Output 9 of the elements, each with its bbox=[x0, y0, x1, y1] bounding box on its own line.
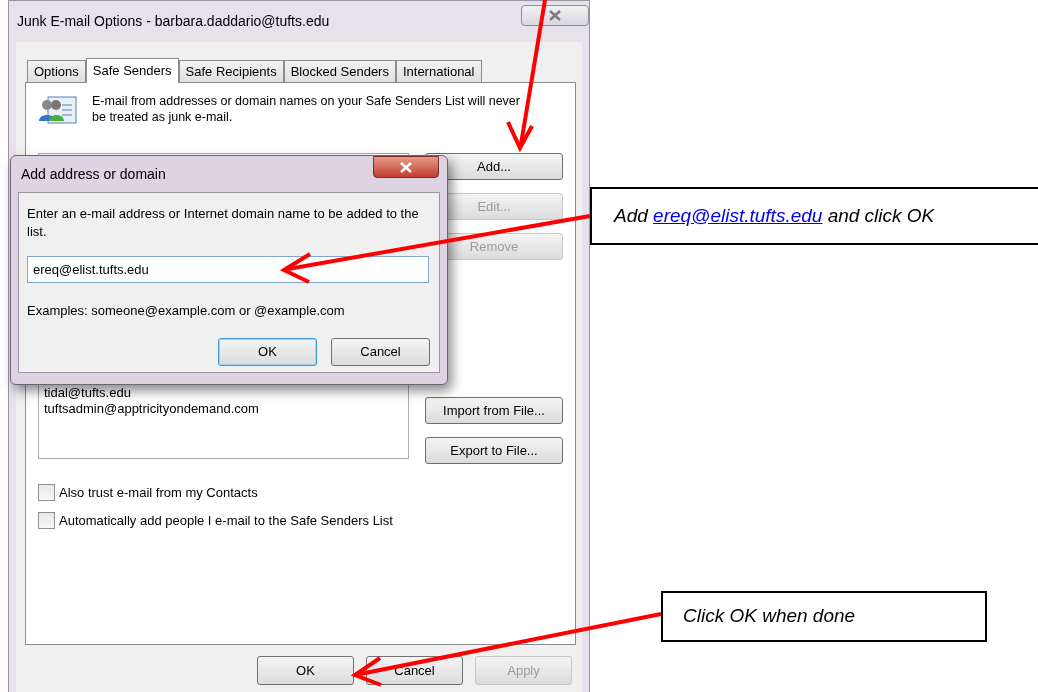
prompt-text: Enter an e-mail address or Internet domain name to be added to the list. bbox=[27, 205, 420, 241]
checkbox-label: Automatically add people I e-mail to the Safe Senders List bbox=[59, 511, 393, 530]
callout-text: Click OK when done bbox=[683, 604, 856, 629]
examples-text: Examples: someone@example.com or @example.com bbox=[27, 302, 346, 320]
window-title: Junk E-mail Options - barbara.daddario@tufts.edu bbox=[17, 12, 330, 31]
callout-text: Add ereq@elist.tufts.edu and click OK bbox=[614, 203, 935, 228]
checkbox-label: Also trust e-mail from my Contacts bbox=[59, 484, 258, 502]
description-text: E-mail from addresses or domain names on your Safe Senders List will never be treated as junk e-mail. bbox=[92, 93, 521, 125]
dialog-title: Add address or domain bbox=[21, 164, 166, 184]
